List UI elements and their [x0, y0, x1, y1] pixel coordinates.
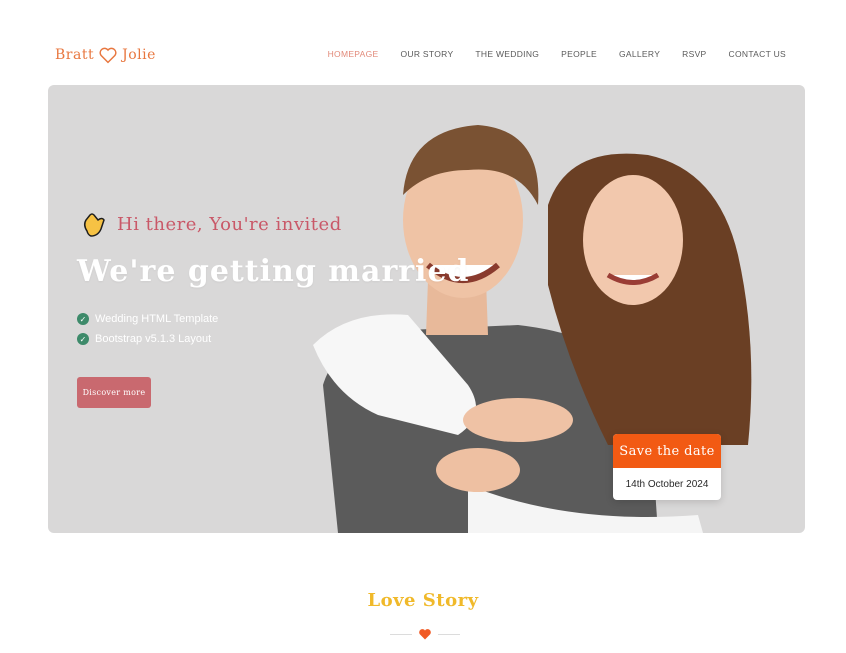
brand-name-right: Jolie: [122, 47, 156, 63]
love-story-section: Love Story: [0, 590, 846, 640]
check-circle-icon: ✓: [77, 313, 89, 325]
save-the-date-value: 14th October 2024: [625, 478, 709, 490]
nav-item-homepage[interactable]: HOMEPAGE: [328, 49, 379, 59]
love-story-title: Love Story: [367, 590, 479, 611]
discover-more-button[interactable]: Discover more: [77, 377, 151, 408]
site-header: Bratt Jolie HOMEPAGE OUR STORY THE WEDDI…: [0, 0, 846, 84]
heart-logo-icon: [99, 47, 117, 64]
nav-item-people[interactable]: PEOPLE: [561, 49, 597, 59]
divider-line: [438, 633, 460, 635]
hero-headline: We're getting married: [77, 254, 470, 289]
feature-label: Wedding HTML Template: [95, 313, 219, 325]
nav-item-rsvp[interactable]: RSVP: [682, 49, 706, 59]
waving-hand-icon: [83, 213, 105, 237]
check-circle-icon: ✓: [77, 333, 89, 345]
nav-item-gallery[interactable]: GALLERY: [619, 49, 660, 59]
heart-icon: [419, 629, 431, 640]
main-nav: HOMEPAGE OUR STORY THE WEDDING PEOPLE GA…: [328, 49, 786, 59]
feature-item: ✓ Wedding HTML Template: [77, 313, 218, 325]
brand-name-left: Bratt: [55, 47, 95, 63]
save-the-date-card: Save the date 14th October 2024: [613, 434, 721, 500]
feature-item: ✓ Bootstrap v5.1.3 Layout: [77, 333, 218, 345]
nav-item-our-story[interactable]: OUR STORY: [400, 49, 453, 59]
divider-line: [390, 633, 412, 635]
greeting: Hi there, You're invited: [79, 209, 342, 239]
feature-list: ✓ Wedding HTML Template ✓ Bootstrap v5.1…: [77, 313, 218, 353]
nav-item-contact-us[interactable]: CONTACT US: [729, 49, 786, 59]
section-divider: [390, 627, 460, 641]
brand-logo[interactable]: Bratt Jolie: [55, 44, 156, 66]
save-the-date-title: Save the date: [613, 434, 721, 468]
greeting-text: Hi there, You're invited: [117, 213, 342, 235]
hero-section: Hi there, You're invited We're getting m…: [48, 85, 805, 533]
nav-item-the-wedding[interactable]: THE WEDDING: [475, 49, 539, 59]
feature-label: Bootstrap v5.1.3 Layout: [95, 333, 212, 345]
